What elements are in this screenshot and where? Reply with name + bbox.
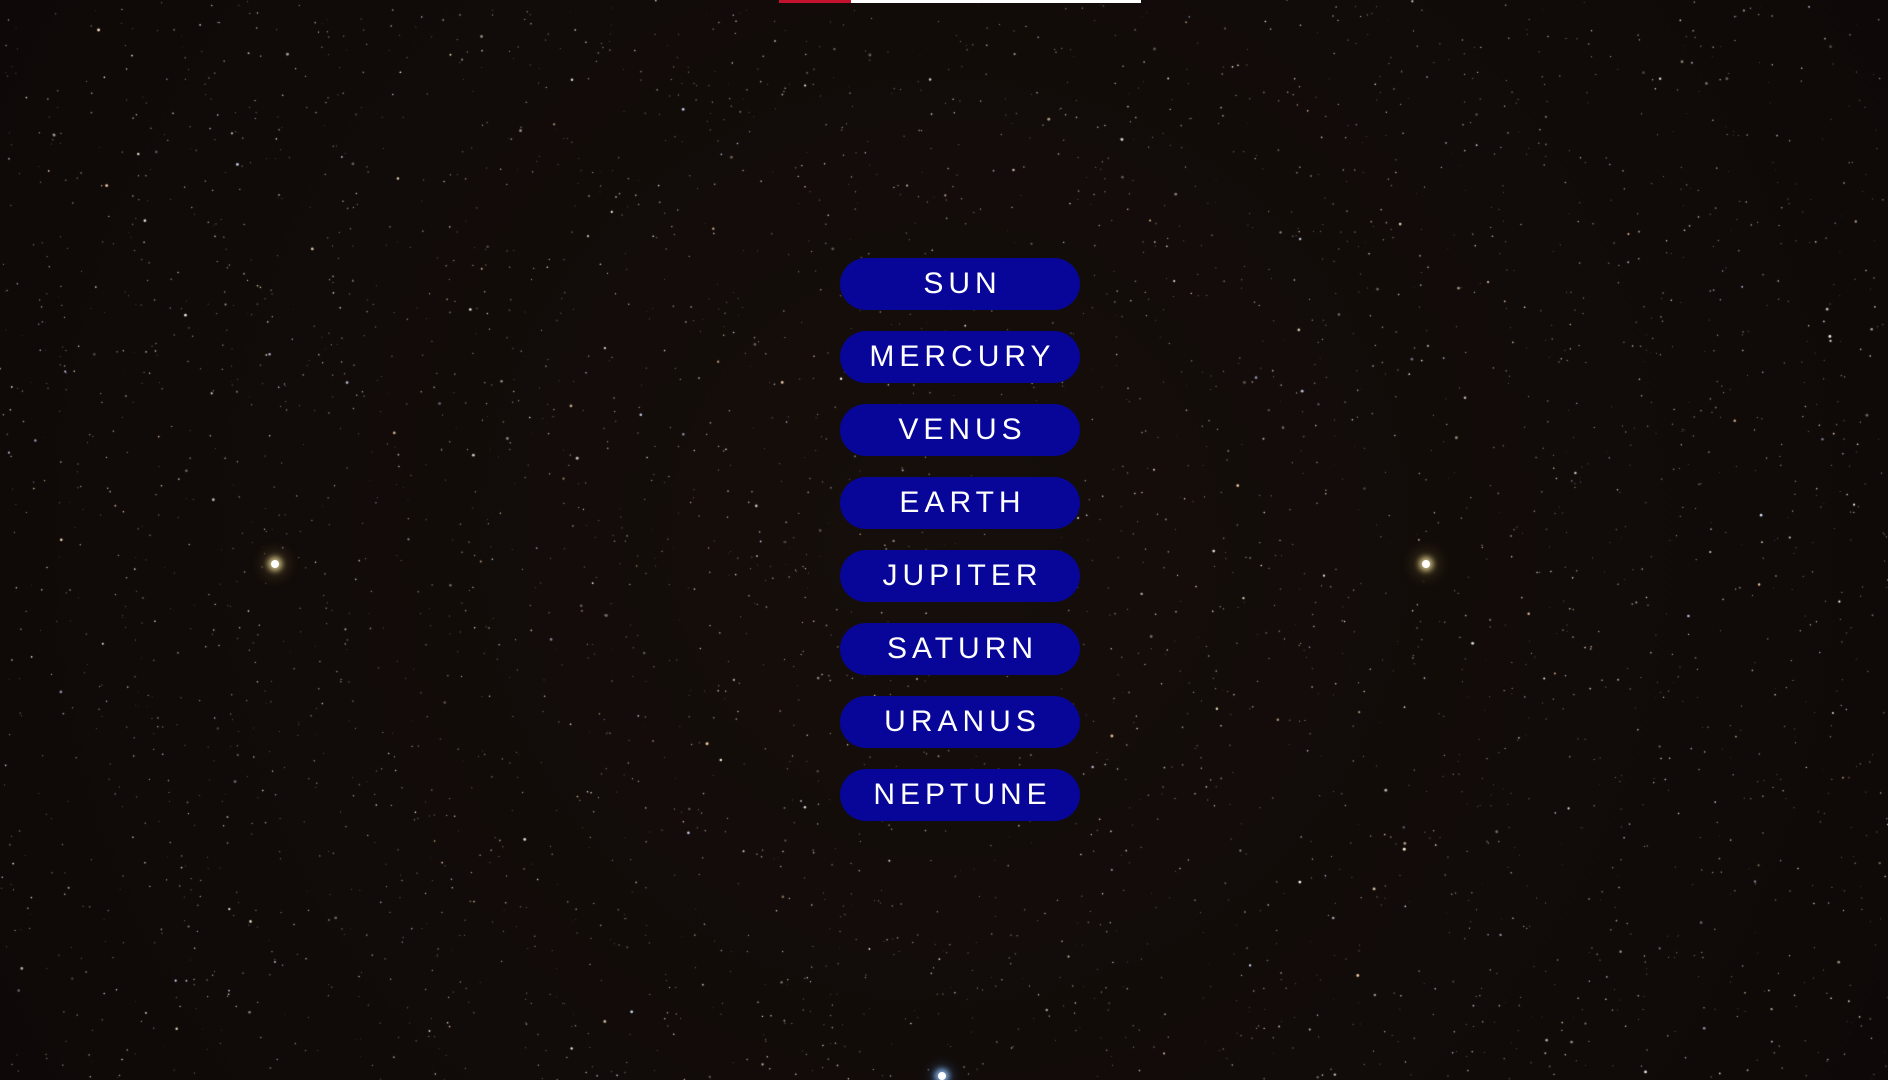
top-progress-accent [779,0,851,3]
neptune-button[interactable]: NEPTUNE [840,769,1080,821]
bright-star-left [271,560,279,568]
bright-star-bottom [938,1072,946,1080]
earth-button[interactable]: EARTH [840,477,1080,529]
bright-star-right [1422,560,1430,568]
saturn-button[interactable]: SATURN [840,623,1080,675]
venus-button[interactable]: VENUS [840,404,1080,456]
sun-button[interactable]: SUN [840,258,1080,310]
mercury-button[interactable]: MERCURY [840,331,1080,383]
jupiter-button[interactable]: JUPITER [840,550,1080,602]
planet-menu: SUN MERCURY VENUS EARTH JUPITER SATURN U… [840,258,1080,821]
top-progress-bar [779,0,1141,3]
uranus-button[interactable]: URANUS [840,696,1080,748]
